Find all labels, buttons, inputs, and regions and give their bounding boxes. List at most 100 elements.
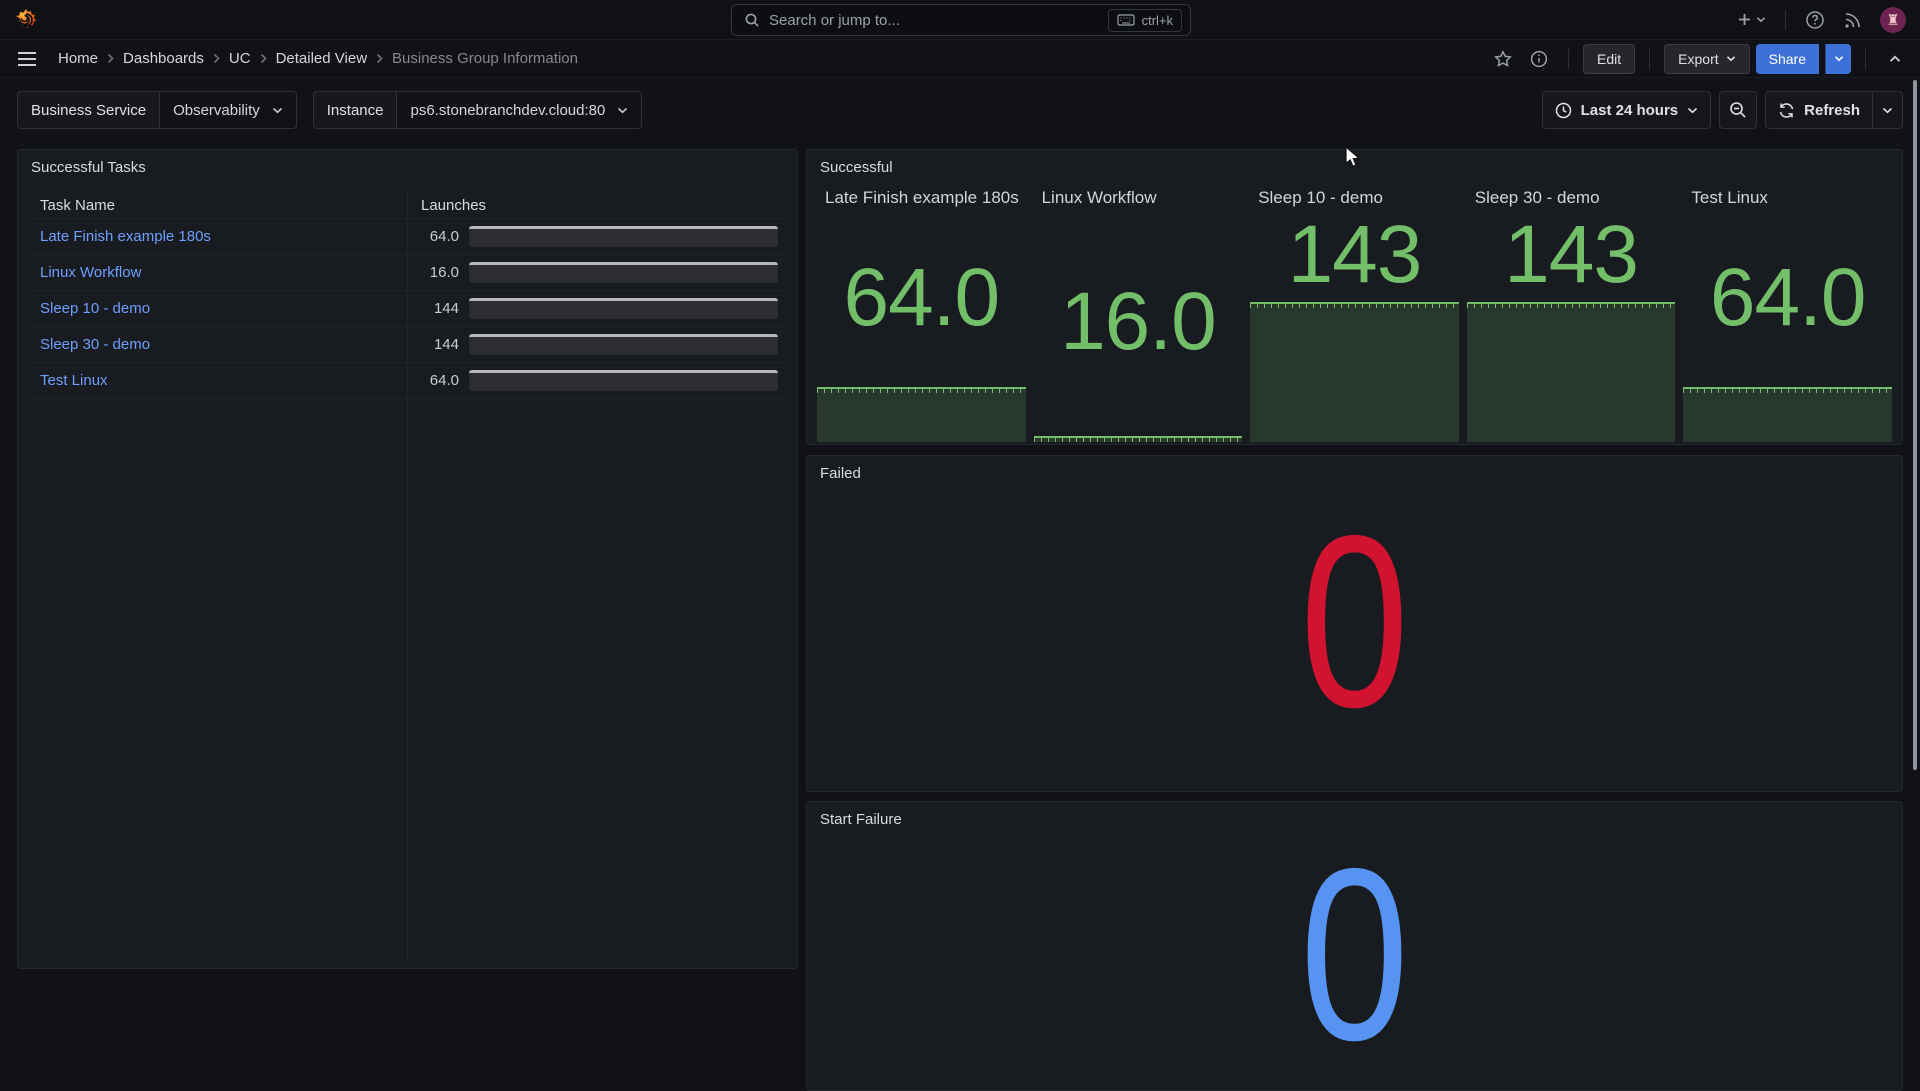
magnifier-minus-icon [1729, 101, 1747, 119]
mega-menu-toggle[interactable] [10, 44, 44, 74]
column-header-task-name[interactable]: Task Name [31, 197, 407, 214]
task-link[interactable]: Linux Workflow [40, 264, 141, 281]
search-icon [744, 12, 760, 28]
launches-gauge [469, 334, 778, 355]
news-rss-button[interactable] [1836, 5, 1870, 35]
chevron-right-icon [107, 53, 114, 64]
instance-select[interactable]: ps6.stonebranchdev.cloud:80 [397, 91, 642, 129]
refresh-button[interactable]: Refresh [1765, 91, 1873, 129]
breadcrumb-uc[interactable]: UC [229, 50, 251, 67]
breadcrumb-dashboards[interactable]: Dashboards [123, 50, 204, 67]
keyboard-icon [1117, 14, 1135, 26]
dashboard-info-button[interactable] [1524, 44, 1554, 74]
column-header-launches[interactable]: Launches [407, 197, 784, 214]
stat-value: 143 [1467, 208, 1676, 302]
sparkline-area [1467, 302, 1676, 442]
launches-value: 144 [421, 336, 459, 353]
refresh-icon [1778, 102, 1795, 119]
variable-instance: Instance ps6.stonebranchdev.cloud:80 [313, 91, 643, 129]
clock-icon [1555, 102, 1572, 119]
chevron-down-icon [1882, 107, 1893, 114]
share-button[interactable]: Share [1756, 44, 1819, 74]
stat-linux-workflow: Linux Workflow 16.0 [1034, 181, 1243, 442]
variable-business-service: Business Service Observability [17, 91, 297, 129]
stat-test-linux: Test Linux 64.0 [1683, 181, 1892, 442]
dashboard-canvas: Successful Tasks Task Name Launches Late… [0, 140, 1920, 946]
new-menu-button[interactable] [1730, 5, 1773, 35]
tasks-table: Task Name Launches Late Finish example 1… [31, 192, 784, 962]
panel-successful-tasks: Successful Tasks Task Name Launches Late… [17, 149, 798, 969]
stat-value: 64.0 [817, 208, 1026, 387]
task-link[interactable]: Sleep 10 - demo [40, 300, 150, 317]
chevron-right-icon [260, 53, 267, 64]
stat-label: Sleep 30 - demo [1467, 181, 1676, 208]
panel-title[interactable]: Successful [807, 150, 906, 185]
chevron-down-icon [617, 107, 628, 114]
launches-gauge [469, 298, 778, 319]
panel-title[interactable]: Failed [807, 456, 874, 491]
panel-failed: Failed 0 [806, 455, 1903, 792]
edit-button[interactable]: Edit [1583, 44, 1635, 74]
business-service-select[interactable]: Observability [160, 91, 297, 129]
variable-value: ps6.stonebranchdev.cloud:80 [410, 102, 605, 119]
stat-label: Sleep 10 - demo [1250, 181, 1459, 208]
launches-gauge [469, 370, 778, 391]
panel-title[interactable]: Successful Tasks [18, 150, 159, 185]
launches-gauge [469, 226, 778, 247]
topnav-actions: ♜ [1730, 5, 1906, 35]
panel-title[interactable]: Start Failure [807, 802, 915, 837]
refresh-interval-dropdown[interactable] [1873, 91, 1903, 129]
dashboard-toolbar: Business Service Observability Instance … [0, 91, 1920, 129]
grafana-logo-icon[interactable] [14, 8, 38, 32]
divider [1865, 49, 1866, 69]
search-shortcut-text: ctrl+k [1142, 13, 1173, 28]
start-failure-count-value: 0 [917, 832, 1793, 1077]
failed-count-value: 0 [917, 499, 1793, 744]
top-navbar: Search or jump to... ctrl+k [0, 0, 1920, 40]
breadcrumb-home[interactable]: Home [58, 50, 98, 67]
panel-successful: Successful Late Finish example 180s 64.0… [806, 149, 1903, 445]
sparkline-area [1683, 387, 1892, 442]
time-range-picker[interactable]: Last 24 hours [1542, 91, 1712, 129]
collapse-toolbar-button[interactable] [1880, 44, 1910, 74]
user-avatar[interactable]: ♜ [1880, 7, 1906, 33]
stat-late-finish-example-180s: Late Finish example 180s 64.0 [817, 181, 1026, 442]
breadcrumb-detailed-view[interactable]: Detailed View [276, 50, 367, 67]
zoom-out-time-button[interactable] [1719, 91, 1757, 129]
task-link[interactable]: Test Linux [40, 372, 108, 389]
time-controls: Last 24 hours Refresh [1542, 91, 1903, 129]
launches-gauge [469, 262, 778, 283]
search-placeholder: Search or jump to... [769, 12, 1099, 29]
variable-label: Instance [313, 91, 398, 129]
launches-value: 16.0 [421, 264, 459, 281]
stat-label: Linux Workflow [1034, 181, 1243, 208]
column-divider [407, 192, 408, 962]
chevron-right-icon [376, 53, 383, 64]
search-shortcut-badge: ctrl+k [1108, 9, 1182, 32]
stat-sleep-30-demo: Sleep 30 - demo 143 [1467, 181, 1676, 442]
breadcrumb-current-page: Business Group Information [392, 50, 578, 67]
share-dropdown-button[interactable] [1825, 44, 1851, 74]
dashboard-header-bar: Home Dashboards UC Detailed View Busines… [0, 40, 1920, 78]
stat-value: 16.0 [1034, 208, 1243, 436]
stat-sleep-10-demo: Sleep 10 - demo 143 [1250, 181, 1459, 442]
sparkline-area [817, 387, 1026, 442]
task-link[interactable]: Late Finish example 180s [40, 228, 211, 245]
favorite-star-button[interactable] [1488, 44, 1518, 74]
task-link[interactable]: Sleep 30 - demo [40, 336, 150, 353]
page-scrollbar[interactable] [1913, 80, 1917, 770]
search-input[interactable]: Search or jump to... ctrl+k [731, 4, 1191, 36]
export-button-label: Export [1678, 51, 1718, 67]
chevron-right-icon [213, 53, 220, 64]
launches-value: 64.0 [421, 228, 459, 245]
export-button[interactable]: Export [1664, 44, 1749, 74]
avatar-castle-icon: ♜ [1886, 11, 1899, 29]
chevron-down-icon [1726, 55, 1736, 62]
breadcrumb: Home Dashboards UC Detailed View Busines… [58, 50, 578, 67]
launches-value: 64.0 [421, 372, 459, 389]
stat-value: 143 [1250, 208, 1459, 302]
chevron-down-icon [272, 107, 283, 114]
stat-tiles: Late Finish example 180s 64.0 Linux Work… [817, 181, 1892, 442]
help-button[interactable] [1798, 5, 1832, 35]
sparkline-area [1034, 436, 1243, 442]
